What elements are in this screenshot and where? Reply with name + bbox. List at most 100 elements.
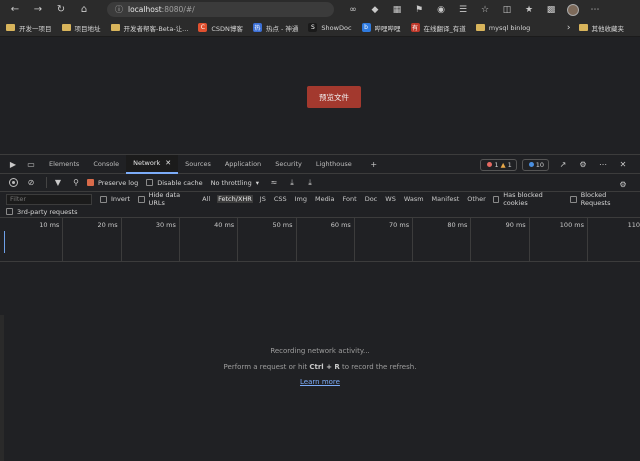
star-icon[interactable]: ☆ xyxy=(475,2,495,17)
disable-cache-checkbox[interactable]: Disable cache xyxy=(146,179,203,187)
filter-type-js[interactable]: JS xyxy=(259,195,267,203)
close-tab-icon[interactable]: ✕ xyxy=(165,159,171,167)
blocked-requests-checkbox[interactable]: Blocked Requests xyxy=(570,191,632,207)
favorites-icon[interactable]: ★ xyxy=(519,2,539,17)
split-screen-icon[interactable]: ◫ xyxy=(497,2,517,17)
preserve-log-checkbox[interactable]: Preserve log xyxy=(87,179,138,187)
checkbox-checked xyxy=(87,179,94,186)
invert-checkbox[interactable]: Invert xyxy=(100,195,130,203)
filter-type-ws[interactable]: WS xyxy=(384,195,397,203)
bookmark-item[interactable]: b 哔哩哔哩 xyxy=(361,23,401,33)
filter-type-img[interactable]: Img xyxy=(294,195,308,203)
timeline-tick-label: 10 ms xyxy=(39,221,60,229)
warnings-count: 1 xyxy=(507,160,512,169)
url-text[interactable]: localhost:8080/#/ xyxy=(128,5,195,14)
has-blocked-cookies-checkbox[interactable]: Has blocked cookies xyxy=(492,191,563,207)
close-devtools-icon[interactable]: ✕ xyxy=(616,158,630,172)
chevron-right-icon[interactable]: › xyxy=(567,23,571,33)
link-extension-icon[interactable]: ∞ xyxy=(343,2,363,17)
tab-elements[interactable]: Elements xyxy=(42,155,86,174)
filter-type-media[interactable]: Media xyxy=(314,195,336,203)
wifi-conditions-icon[interactable]: ≈ xyxy=(267,176,281,190)
settings-gear-icon[interactable]: ⚙ xyxy=(576,158,590,172)
record-icon[interactable] xyxy=(6,176,20,190)
bookmark-label: ShowDoc xyxy=(321,23,352,32)
third-party-row: 3rd-party requests xyxy=(0,206,640,218)
home-icon[interactable]: ⌂ xyxy=(75,2,93,17)
forward-icon[interactable]: → xyxy=(29,2,47,17)
bookmark-item[interactable]: S ShowDoc xyxy=(308,23,352,32)
grid-extension-icon[interactable]: ▦ xyxy=(387,2,407,17)
bookmark-item[interactable]: 有在线翻译_有道 xyxy=(410,23,466,33)
refresh-shortcut: Ctrl + R xyxy=(309,363,340,371)
info-badge[interactable]: 10 xyxy=(521,158,549,171)
issues-badge[interactable]: 1 ▲ 1 xyxy=(480,158,517,171)
more-options-icon[interactable]: ⋯ xyxy=(596,158,610,172)
tag-extension-icon[interactable]: ⚑ xyxy=(409,2,429,17)
device-toggle-icon[interactable]: ▭ xyxy=(24,157,38,171)
info-icon[interactable]: ⓘ xyxy=(115,4,123,15)
filter-type-wasm[interactable]: Wasm xyxy=(403,195,425,203)
refresh-icon[interactable]: ↻ xyxy=(52,2,70,17)
network-settings-icon[interactable]: ⚙ xyxy=(616,177,630,191)
tab-security[interactable]: Security xyxy=(268,155,309,174)
bookmark-item[interactable]: 开发者帮客-Beta-让... xyxy=(110,23,188,33)
tab-application[interactable]: Application xyxy=(218,155,268,174)
shield-check-icon[interactable]: ◉ xyxy=(431,2,451,17)
tab-network[interactable]: Network ✕ xyxy=(126,154,179,174)
resource-type-filters: All Fetch/XHR JS CSS Img Media Font Doc WS Wasm Ma… xyxy=(201,195,493,203)
share-icon[interactable]: ↗ xyxy=(556,158,570,172)
learn-more-link[interactable]: Learn more xyxy=(0,378,640,386)
filter-type-font[interactable]: Font xyxy=(342,195,358,203)
more-menu-icon[interactable]: ⋯ xyxy=(585,2,605,17)
tab-lighthouse[interactable]: Lighthouse xyxy=(309,155,359,174)
preview-file-button[interactable]: 预览文件 xyxy=(307,86,361,108)
back-icon[interactable]: ← xyxy=(6,2,24,17)
filter-icon[interactable]: ▼ xyxy=(51,176,65,190)
network-overview-timeline[interactable]: 10 ms 20 ms 30 ms 40 ms 50 ms 60 ms 70 ms 80 ms… xyxy=(0,218,640,262)
filter-type-all[interactable]: All xyxy=(201,195,211,203)
url-path: :8080/#/ xyxy=(161,5,195,14)
timeline-gridline xyxy=(62,218,64,262)
filter-input[interactable] xyxy=(6,193,92,205)
checkbox-unchecked xyxy=(138,195,145,203)
address-bar[interactable]: ⓘ localhost:8080/#/ xyxy=(107,2,334,17)
shield-extension-icon[interactable]: ◆ xyxy=(365,2,385,17)
hide-data-urls-checkbox[interactable]: Hide data URLs xyxy=(138,191,193,207)
bookmark-item[interactable]: 开发一项目 xyxy=(6,23,52,33)
filter-type-css[interactable]: CSS xyxy=(273,195,288,203)
bookmark-item[interactable]: C CSDN博客 xyxy=(198,23,243,33)
translate-icon[interactable]: ☰ xyxy=(453,2,473,17)
bookmark-label: 项目地址 xyxy=(74,24,101,33)
timeline-gridline xyxy=(587,218,588,262)
profile-avatar[interactable] xyxy=(563,2,583,17)
checkbox-unchecked xyxy=(6,208,13,215)
export-har-icon[interactable]: ⤓ xyxy=(303,176,317,190)
timeline-tick-label: 30 ms xyxy=(155,221,176,229)
timeline-tick-label: 40 ms xyxy=(214,221,235,229)
tab-sources[interactable]: Sources xyxy=(178,155,218,174)
bookmark-item[interactable]: 项目地址 xyxy=(61,23,101,33)
bookmark-item[interactable]: 热热点 - 神通 xyxy=(252,23,298,33)
search-icon[interactable]: ⚲ xyxy=(69,176,83,190)
tab-console[interactable]: Console xyxy=(86,155,126,174)
filter-type-doc[interactable]: Doc xyxy=(364,195,379,203)
filter-type-fetchxhr[interactable]: Fetch/XHR xyxy=(217,195,253,203)
bookmark-item[interactable]: 其他收藏夹 xyxy=(578,23,624,33)
bookmarks-bar: 开发一项目 项目地址 开发者帮客-Beta-让... C CSDN博客热热点 - 神通 S… xyxy=(0,19,640,37)
inspect-icon[interactable]: ▶ xyxy=(6,157,20,171)
third-party-checkbox[interactable]: 3rd-party requests xyxy=(6,208,78,216)
import-har-icon[interactable]: ⤓ xyxy=(285,176,299,190)
bookmark-item[interactable]: mysql binlog xyxy=(475,24,530,32)
clear-icon[interactable]: ⊘ xyxy=(24,176,38,190)
timeline-gridline xyxy=(237,218,239,262)
filter-type-manifest[interactable]: Manifest xyxy=(431,195,461,203)
recording-message: Recording network activity... xyxy=(270,347,370,355)
devtools-tab-list: Elements Console Network ✕ Sources Applicatio… xyxy=(42,154,359,174)
throttling-select[interactable]: No throttling ▾ xyxy=(211,179,259,187)
filter-type-other[interactable]: Other xyxy=(466,195,486,203)
add-tab-icon[interactable]: + xyxy=(367,157,381,171)
collections-icon[interactable]: ▩ xyxy=(541,2,561,17)
folder-icon xyxy=(110,24,120,31)
warning-icon: ▲ xyxy=(500,160,506,169)
